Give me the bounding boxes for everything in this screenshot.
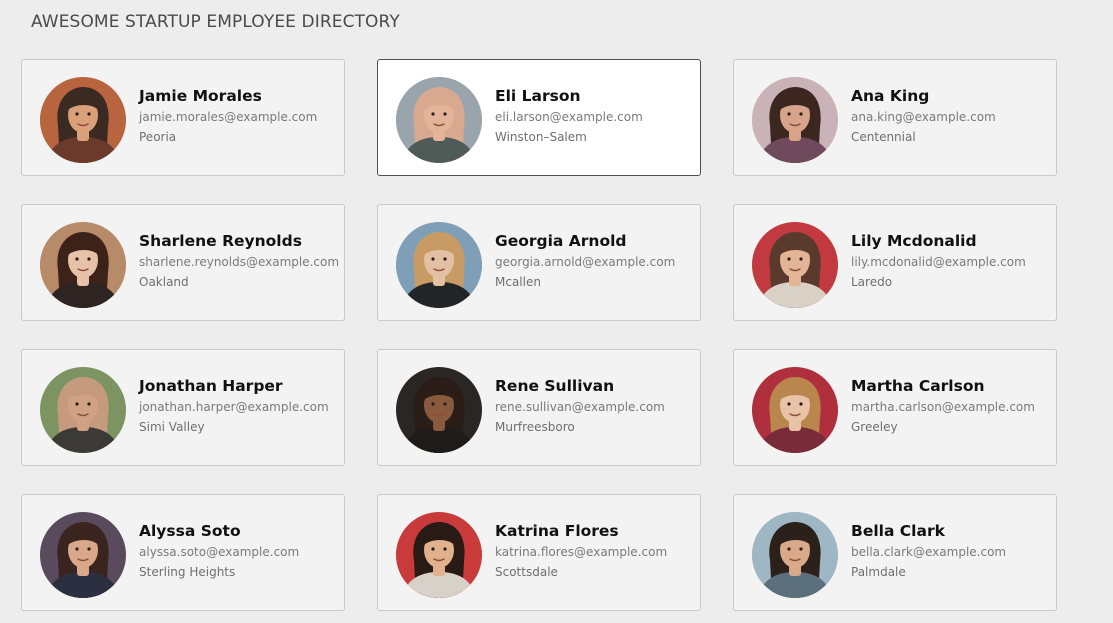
employee-info: Rene Sullivan rene.sullivan@example.com … bbox=[495, 376, 694, 436]
employee-info: Sharlene Reynolds sharlene.reynolds@exam… bbox=[139, 231, 340, 291]
employee-card-11[interactable]: Katrina Flores katrina.flores@example.co… bbox=[377, 494, 701, 611]
employee-email: katrina.flores@example.com bbox=[495, 545, 668, 559]
employee-info: Katrina Flores katrina.flores@example.co… bbox=[495, 521, 694, 581]
employee-city: Simi Valley bbox=[139, 420, 205, 434]
avatar bbox=[40, 222, 126, 308]
employee-grid: Jamie Morales jamie.morales@example.com … bbox=[21, 59, 1057, 611]
avatar bbox=[40, 512, 126, 598]
employee-email: eli.larson@example.com bbox=[495, 110, 643, 124]
avatar bbox=[40, 77, 126, 163]
employee-name: Eli Larson bbox=[495, 87, 581, 105]
avatar bbox=[396, 77, 482, 163]
avatar bbox=[396, 367, 482, 453]
employee-city: Murfreesboro bbox=[495, 420, 575, 434]
employee-name: Alyssa Soto bbox=[139, 522, 241, 540]
avatar bbox=[40, 367, 126, 453]
employee-city: Peoria bbox=[139, 130, 177, 144]
avatar bbox=[752, 512, 838, 598]
employee-name: Martha Carlson bbox=[851, 377, 985, 395]
page-title: AWESOME STARTUP EMPLOYEE DIRECTORY bbox=[31, 12, 400, 32]
employee-email: bella.clark@example.com bbox=[851, 545, 1007, 559]
employee-name: Bella Clark bbox=[851, 522, 945, 540]
employee-info: Jamie Morales jamie.morales@example.com … bbox=[139, 86, 338, 146]
avatar bbox=[752, 77, 838, 163]
employee-card-9[interactable]: Martha Carlson martha.carlson@example.co… bbox=[733, 349, 1057, 466]
employee-email: sharlene.reynolds@example.com bbox=[139, 255, 340, 269]
employee-city: Greeley bbox=[851, 420, 898, 434]
employee-email: lily.mcdonalid@example.com bbox=[851, 255, 1026, 269]
employee-card-10[interactable]: Alyssa Soto alyssa.soto@example.com Ster… bbox=[21, 494, 345, 611]
avatar bbox=[752, 367, 838, 453]
employee-email: rene.sullivan@example.com bbox=[495, 400, 665, 414]
employee-info: Georgia Arnold georgia.arnold@example.co… bbox=[495, 231, 694, 291]
employee-card-1[interactable]: Jamie Morales jamie.morales@example.com … bbox=[21, 59, 345, 176]
employee-info: Bella Clark bella.clark@example.com Palm… bbox=[851, 521, 1050, 581]
employee-card-5[interactable]: Georgia Arnold georgia.arnold@example.co… bbox=[377, 204, 701, 321]
employee-name: Rene Sullivan bbox=[495, 377, 615, 395]
employee-city: Scottsdale bbox=[495, 565, 558, 579]
employee-city: Palmdale bbox=[851, 565, 906, 579]
employee-name: Katrina Flores bbox=[495, 522, 619, 540]
employee-city: Laredo bbox=[851, 275, 893, 289]
employee-name: Jonathan Harper bbox=[139, 377, 283, 395]
employee-name: Jamie Morales bbox=[139, 87, 262, 105]
employee-info: Lily Mcdonalid lily.mcdonalid@example.co… bbox=[851, 231, 1050, 291]
employee-info: Ana King ana.king@example.com Centennial bbox=[851, 86, 1050, 146]
employee-card-6[interactable]: Lily Mcdonalid lily.mcdonalid@example.co… bbox=[733, 204, 1057, 321]
employee-info: Jonathan Harper jonathan.harper@example.… bbox=[139, 376, 338, 436]
avatar bbox=[752, 222, 838, 308]
avatar bbox=[396, 512, 482, 598]
employee-info: Alyssa Soto alyssa.soto@example.com Ster… bbox=[139, 521, 338, 581]
avatar bbox=[396, 222, 482, 308]
employee-card-4[interactable]: Sharlene Reynolds sharlene.reynolds@exam… bbox=[21, 204, 345, 321]
employee-email: ana.king@example.com bbox=[851, 110, 996, 124]
employee-email: martha.carlson@example.com bbox=[851, 400, 1035, 414]
employee-name: Lily Mcdonalid bbox=[851, 232, 977, 250]
employee-name: Ana King bbox=[851, 87, 930, 105]
employee-email: jonathan.harper@example.com bbox=[139, 400, 329, 414]
employee-city: Oakland bbox=[139, 275, 189, 289]
employee-email: georgia.arnold@example.com bbox=[495, 255, 676, 269]
page: AWESOME STARTUP EMPLOYEE DIRECTORY Jamie… bbox=[0, 0, 1113, 623]
employee-card-8[interactable]: Rene Sullivan rene.sullivan@example.com … bbox=[377, 349, 701, 466]
employee-city: Winston–Salem bbox=[495, 130, 587, 144]
employee-card-12[interactable]: Bella Clark bella.clark@example.com Palm… bbox=[733, 494, 1057, 611]
employee-info: Martha Carlson martha.carlson@example.co… bbox=[851, 376, 1050, 436]
employee-name: Georgia Arnold bbox=[495, 232, 627, 250]
employee-card-7[interactable]: Jonathan Harper jonathan.harper@example.… bbox=[21, 349, 345, 466]
employee-city: Centennial bbox=[851, 130, 916, 144]
employee-info: Eli Larson eli.larson@example.com Winsto… bbox=[495, 86, 694, 146]
employee-email: jamie.morales@example.com bbox=[139, 110, 318, 124]
employee-city: Sterling Heights bbox=[139, 565, 236, 579]
employee-card-3[interactable]: Ana King ana.king@example.com Centennial bbox=[733, 59, 1057, 176]
employee-name: Sharlene Reynolds bbox=[139, 232, 302, 250]
employee-city: Mcallen bbox=[495, 275, 541, 289]
employee-email: alyssa.soto@example.com bbox=[139, 545, 300, 559]
employee-card-2[interactable]: Eli Larson eli.larson@example.com Winsto… bbox=[377, 59, 701, 176]
